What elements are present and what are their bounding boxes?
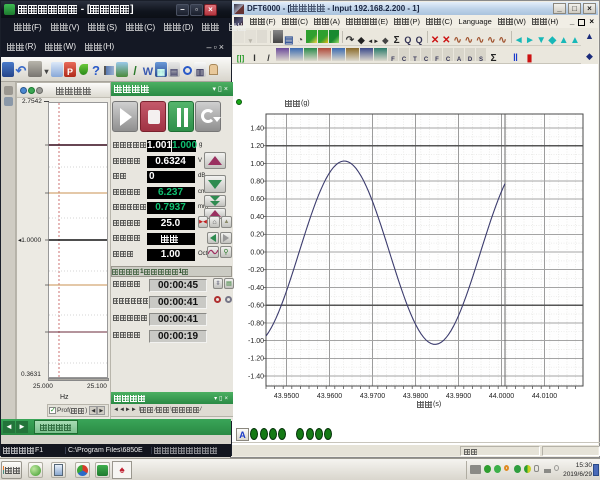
svg-text:0.60: 0.60 bbox=[250, 196, 264, 203]
svg-text:-1.20: -1.20 bbox=[248, 356, 264, 363]
svg-text:-1.00: -1.00 bbox=[248, 338, 264, 345]
svg-text:0.00: 0.00 bbox=[250, 249, 264, 256]
svg-text:1.00: 1.00 bbox=[250, 161, 264, 168]
svg-text:44.0000: 44.0000 bbox=[489, 393, 514, 400]
svg-text:43.9500: 43.9500 bbox=[274, 393, 299, 400]
svg-text:43.9600: 43.9600 bbox=[317, 393, 342, 400]
svg-text:0.20: 0.20 bbox=[250, 232, 264, 239]
svg-text:43.9700: 43.9700 bbox=[360, 393, 385, 400]
svg-text:-0.60: -0.60 bbox=[248, 303, 264, 310]
svg-text:1.40: 1.40 bbox=[250, 125, 264, 132]
svg-text:-1.40: -1.40 bbox=[248, 373, 264, 380]
svg-text:0.40: 0.40 bbox=[250, 214, 264, 221]
svg-text:-0.40: -0.40 bbox=[248, 285, 264, 292]
svg-text:43.9800: 43.9800 bbox=[403, 393, 428, 400]
svg-text:0.80: 0.80 bbox=[250, 179, 264, 186]
svg-text:-0.80: -0.80 bbox=[248, 320, 264, 327]
svg-text:1.20: 1.20 bbox=[250, 143, 264, 150]
svg-text:-0.20: -0.20 bbox=[248, 267, 264, 274]
svg-text:44.0100: 44.0100 bbox=[532, 393, 557, 400]
svg-text:43.9900: 43.9900 bbox=[446, 393, 471, 400]
